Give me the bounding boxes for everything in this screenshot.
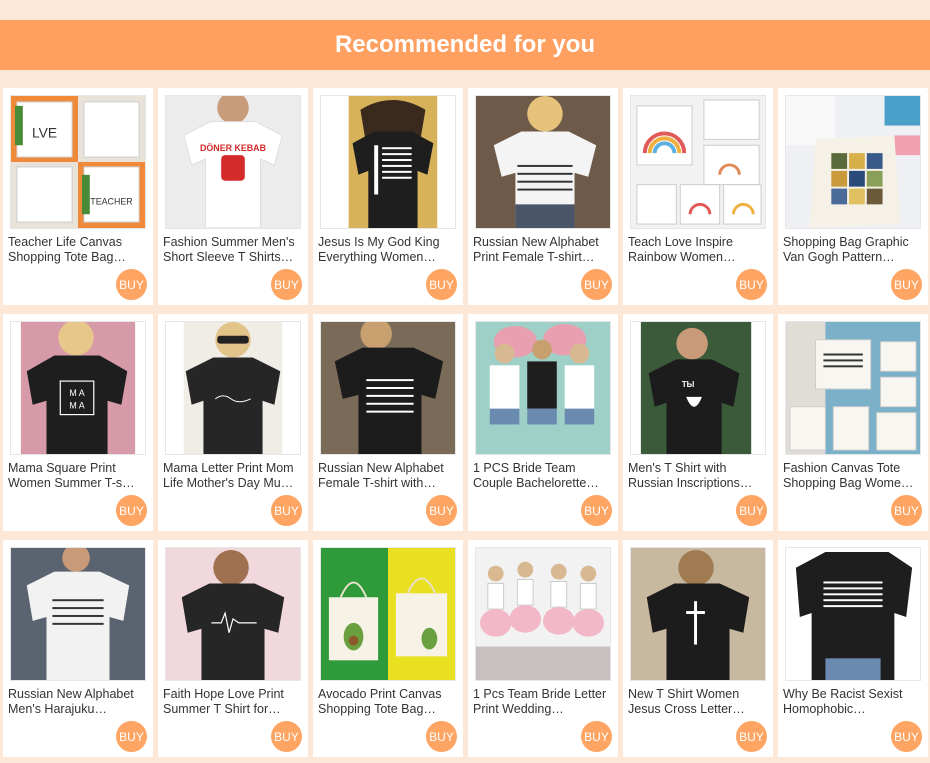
- buy-button[interactable]: BUY: [271, 269, 302, 300]
- buy-button[interactable]: BUY: [426, 495, 457, 526]
- buy-button[interactable]: BUY: [426, 269, 457, 300]
- svg-text:M A: M A: [69, 401, 84, 411]
- tote-bag-teacher-image[interactable]: LVE TEACHER: [10, 95, 146, 229]
- buy-button[interactable]: BUY: [736, 721, 767, 752]
- recommended-banner: Recommended for you: [0, 20, 930, 70]
- page-title: Recommended for you: [334, 31, 596, 58]
- product-card[interactable]: Teach Love Inspire Rainbow Women… BUY: [623, 88, 773, 305]
- buy-button[interactable]: BUY: [736, 495, 767, 526]
- buy-button[interactable]: BUY: [581, 269, 612, 300]
- russian-alphabet-mens-tshirt-image[interactable]: [10, 547, 146, 681]
- jesus-tshirt-image[interactable]: [320, 95, 456, 229]
- buy-button[interactable]: BUY: [581, 721, 612, 752]
- buy-button[interactable]: BUY: [581, 495, 612, 526]
- bride-team-image[interactable]: [475, 321, 611, 455]
- product-card[interactable]: M A M A Mama Square Print Women Summer T…: [3, 314, 153, 531]
- team-bride-image[interactable]: [475, 547, 611, 681]
- product-card[interactable]: Why Be Racist Sexist Homophobic… BUY: [778, 540, 928, 757]
- product-title[interactable]: Russian New Alphabet Print Female T-shir…: [473, 235, 613, 265]
- product-card[interactable]: Avocado Print Canvas Shopping Tote Bag… …: [313, 540, 463, 757]
- buy-button[interactable]: BUY: [426, 721, 457, 752]
- svg-text:LVE: LVE: [32, 125, 57, 140]
- product-card[interactable]: Shopping Bag Graphic Van Gogh Pattern… B…: [778, 88, 928, 305]
- product-card[interactable]: Russian New Alphabet Female T-shirt with…: [313, 314, 463, 531]
- product-card[interactable]: LVE TEACHER Teacher Life Canvas Shopping…: [3, 88, 153, 305]
- product-title[interactable]: Mama Letter Print Mom Life Mother's Day …: [163, 461, 303, 491]
- product-card[interactable]: DÖNER KEBAB Fashion Summer Men's Short S…: [158, 88, 308, 305]
- avocado-tote-bag-image[interactable]: [320, 547, 456, 681]
- russian-alphabet-white-tshirt-image[interactable]: [475, 95, 611, 229]
- product-card[interactable]: Russian New Alphabet Men's Harajuku… BUY: [3, 540, 153, 757]
- mama-tshirt-image[interactable]: M A M A: [10, 321, 146, 455]
- buy-button[interactable]: BUY: [271, 495, 302, 526]
- svg-text:DÖNER KEBAB: DÖNER KEBAB: [200, 143, 266, 153]
- product-title[interactable]: Russian New Alphabet Men's Harajuku…: [8, 687, 148, 717]
- product-title[interactable]: Why Be Racist Sexist Homophobic…: [783, 687, 923, 717]
- product-card[interactable]: 1 Pcs Team Bride Letter Print Wedding… B…: [468, 540, 618, 757]
- rainbow-tote-bags-image[interactable]: [630, 95, 766, 229]
- product-title[interactable]: Avocado Print Canvas Shopping Tote Bag…: [318, 687, 458, 717]
- product-title[interactable]: Mama Square Print Women Summer T-s…: [8, 461, 148, 491]
- mama-letter-tshirt-image[interactable]: [165, 321, 301, 455]
- buy-button[interactable]: BUY: [271, 721, 302, 752]
- buy-button[interactable]: BUY: [891, 721, 922, 752]
- svg-text:TEACHER: TEACHER: [90, 196, 132, 206]
- canvas-tote-bags-image[interactable]: [785, 321, 921, 455]
- buy-button[interactable]: BUY: [116, 495, 147, 526]
- product-card[interactable]: Jesus Is My God King Everything Women… B…: [313, 88, 463, 305]
- product-title[interactable]: New T Shirt Women Jesus Cross Letter…: [628, 687, 768, 717]
- jesus-cross-tshirt-image[interactable]: [630, 547, 766, 681]
- buy-button[interactable]: BUY: [116, 269, 147, 300]
- buy-button[interactable]: BUY: [736, 269, 767, 300]
- product-card[interactable]: New T Shirt Women Jesus Cross Letter… BU…: [623, 540, 773, 757]
- product-card[interactable]: ТЫ Men's T Shirt with Russian Inscriptio…: [623, 314, 773, 531]
- product-title[interactable]: Shopping Bag Graphic Van Gogh Pattern…: [783, 235, 923, 265]
- svg-text:M A: M A: [69, 388, 84, 398]
- product-title[interactable]: Men's T Shirt with Russian Inscriptions…: [628, 461, 768, 491]
- product-title[interactable]: Russian New Alphabet Female T-shirt with…: [318, 461, 458, 491]
- product-grid: LVE TEACHER Teacher Life Canvas Shopping…: [3, 88, 928, 757]
- buy-button[interactable]: BUY: [891, 495, 922, 526]
- product-title[interactable]: Fashion Summer Men's Short Sleeve T Shir…: [163, 235, 303, 265]
- product-card[interactable]: 1 PCS Bride Team Couple Bachelorette… BU…: [468, 314, 618, 531]
- product-card[interactable]: Russian New Alphabet Print Female T-shir…: [468, 88, 618, 305]
- buy-button[interactable]: BUY: [891, 269, 922, 300]
- product-title[interactable]: 1 PCS Bride Team Couple Bachelorette…: [473, 461, 613, 491]
- russian-alphabet-black-tshirt-image[interactable]: [320, 321, 456, 455]
- product-title[interactable]: 1 Pcs Team Bride Letter Print Wedding…: [473, 687, 613, 717]
- product-title[interactable]: Teacher Life Canvas Shopping Tote Bag…: [8, 235, 148, 265]
- product-title[interactable]: Teach Love Inspire Rainbow Women…: [628, 235, 768, 265]
- product-title[interactable]: Fashion Canvas Tote Shopping Bag Wome…: [783, 461, 923, 491]
- faith-hope-love-tshirt-image[interactable]: [165, 547, 301, 681]
- russian-inscription-tshirt-image[interactable]: ТЫ: [630, 321, 766, 455]
- product-title[interactable]: Faith Hope Love Print Summer T Shirt for…: [163, 687, 303, 717]
- buy-button[interactable]: BUY: [116, 721, 147, 752]
- product-card[interactable]: Faith Hope Love Print Summer T Shirt for…: [158, 540, 308, 757]
- product-card[interactable]: Fashion Canvas Tote Shopping Bag Wome… B…: [778, 314, 928, 531]
- product-card[interactable]: Mama Letter Print Mom Life Mother's Day …: [158, 314, 308, 531]
- van-gogh-tote-bag-image[interactable]: [785, 95, 921, 229]
- why-be-racist-tshirt-image[interactable]: [785, 547, 921, 681]
- svg-text:ТЫ: ТЫ: [682, 380, 695, 389]
- white-tshirt-doner-kebab-image[interactable]: DÖNER KEBAB: [165, 95, 301, 229]
- product-title[interactable]: Jesus Is My God King Everything Women…: [318, 235, 458, 265]
